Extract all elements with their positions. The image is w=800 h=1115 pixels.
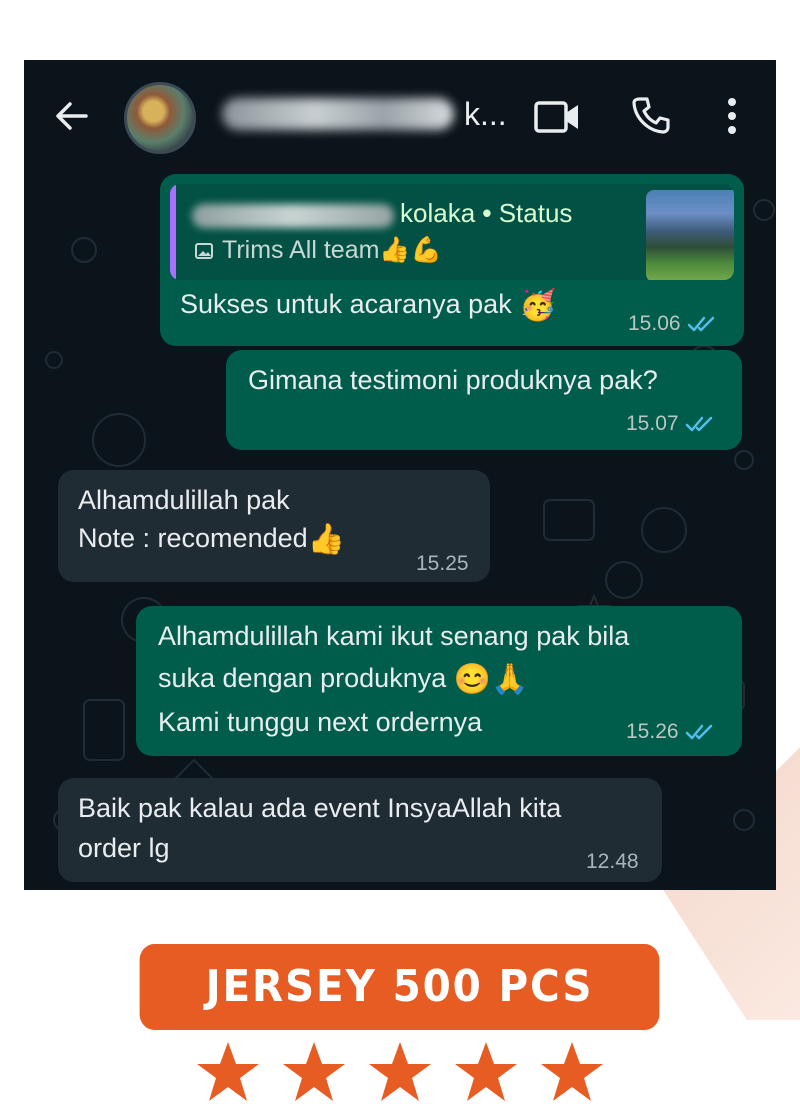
product-title-badge: JERSEY 500 PCS <box>139 944 660 1030</box>
message-meta: 15.07 <box>626 412 715 436</box>
star-icon <box>541 1042 603 1101</box>
reply-author-redacted <box>192 204 394 228</box>
reply-quoted-text-row: Trims All team👍💪 <box>194 236 442 265</box>
message-text: suka dengan produknya <box>158 663 447 693</box>
message-bubble-outgoing[interactable]: Gimana testimoni produknya pak? 15.07 <box>226 350 742 450</box>
more-options-icon[interactable] <box>724 96 740 136</box>
quoted-status-reply[interactable]: kolaka • Status Trims All team👍💪 <box>170 184 734 280</box>
status-thumbnail-image[interactable] <box>646 190 734 280</box>
message-time: 15.06 <box>628 312 681 335</box>
contact-avatar[interactable] <box>124 82 196 154</box>
message-time: 15.25 <box>416 552 469 575</box>
reply-author-suffix: kolaka <box>400 198 476 228</box>
contact-name-redacted <box>222 98 454 130</box>
reply-accent-bar <box>170 184 176 280</box>
message-text: order lg <box>78 833 170 863</box>
message-meta: 15.06 <box>628 312 717 336</box>
message-text: Gimana testimoni produknya pak? <box>248 365 658 395</box>
flexed-biceps-emoji-icon: 💪 <box>410 236 442 264</box>
video-call-icon[interactable] <box>534 100 580 134</box>
star-icon <box>455 1042 517 1101</box>
thumbs-up-emoji-icon: 👍 <box>379 236 411 264</box>
read-ticks-icon <box>685 417 712 432</box>
message-meta: 15.26 <box>626 720 715 744</box>
star-icon <box>197 1042 259 1101</box>
message-time: 15.07 <box>626 412 679 435</box>
back-arrow-icon[interactable] <box>52 96 92 136</box>
message-time: 12.48 <box>586 850 639 873</box>
image-icon <box>195 243 213 260</box>
chat-screenshot: k... kolaka • Status Trims All team👍💪 Su… <box>24 60 776 890</box>
smiling-face-emoji-icon: 😊 <box>453 662 492 696</box>
contact-name[interactable]: k... <box>464 96 507 133</box>
reply-author: kolaka • Status <box>400 198 573 228</box>
message-text-row: suka dengan produknya 😊🙏 <box>158 660 528 698</box>
message-text: Kami tunggu next ordernya <box>158 707 483 737</box>
party-face-emoji-icon: 🥳 <box>519 288 557 322</box>
message-bubble-outgoing[interactable]: Alhamdulillah kami ikut senang pak bila … <box>136 606 742 756</box>
read-ticks-icon <box>687 317 714 332</box>
message-bubble-incoming[interactable]: Baik pak kalau ada event InsyaAllah kita… <box>58 778 662 882</box>
message-text: Alhamdulillah kami ikut senang pak bila <box>158 621 630 651</box>
message-text-row: Note : recomended👍 <box>78 520 345 558</box>
folded-hands-emoji-icon: 🙏 <box>491 662 529 696</box>
message-bubble-outgoing[interactable]: kolaka • Status Trims All team👍💪 Sukses … <box>160 174 744 346</box>
message-text: Sukses untuk acaranya pak <box>180 289 512 319</box>
message-time: 15.26 <box>626 720 679 743</box>
star-icon <box>369 1042 431 1101</box>
reply-context: Status <box>498 198 573 228</box>
reply-quoted-text: Trims All team <box>222 236 380 264</box>
chat-header: k... <box>24 60 776 170</box>
message-text: Note : recomended <box>78 523 308 553</box>
message-text: Alhamdulillah pak <box>78 485 290 515</box>
rating-stars <box>195 1040 605 1110</box>
voice-call-icon[interactable] <box>632 96 670 134</box>
star-icon <box>283 1042 345 1101</box>
message-text-row: Sukses untuk acaranya pak 🥳 <box>180 286 557 324</box>
message-bubble-incoming[interactable]: Alhamdulillah pak Note : recomended👍 15.… <box>58 470 490 582</box>
thumbs-up-emoji-icon: 👍 <box>307 522 345 556</box>
read-ticks-icon <box>685 725 712 740</box>
message-text: Baik pak kalau ada event InsyaAllah kita <box>78 793 562 823</box>
